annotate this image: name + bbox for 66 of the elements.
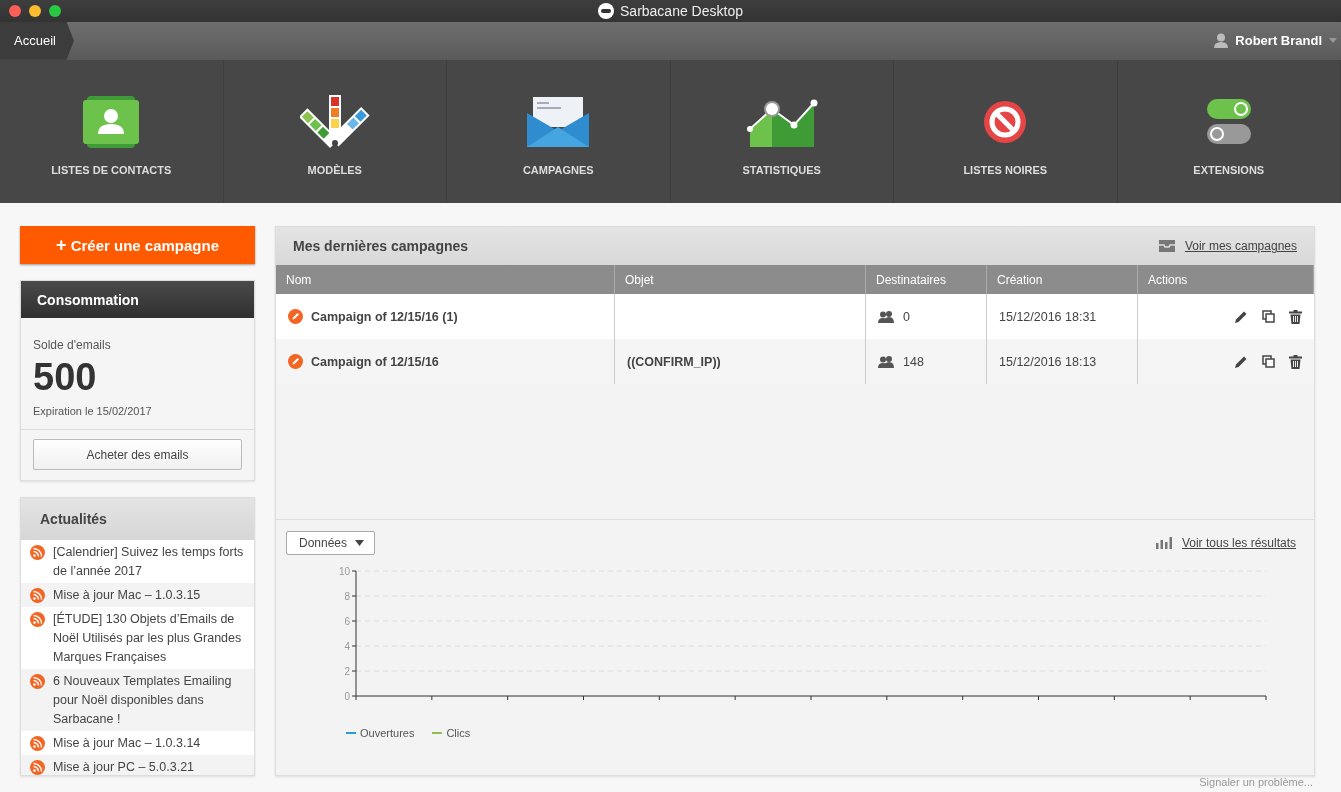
window-title: Sarbacane Desktop	[620, 2, 743, 19]
campaign-subject: ((CONFIRM_IP))	[627, 354, 721, 369]
copy-icon[interactable]	[1261, 310, 1275, 324]
zoom-button[interactable]	[49, 5, 61, 17]
expiration-text: Expiration le 15/02/2017	[33, 405, 153, 418]
y-tick-label: 8	[344, 591, 350, 603]
trash-icon[interactable]	[1288, 309, 1302, 324]
nav-tile[interactable]: MODÈLES	[223, 59, 447, 204]
edit-icon[interactable]	[1233, 309, 1248, 324]
y-tick-label: 10	[338, 566, 350, 578]
people-icon	[878, 310, 895, 323]
campaign-name[interactable]: Campaign of 12/15/16	[311, 354, 439, 369]
edit-icon[interactable]	[1233, 354, 1248, 369]
minimize-button[interactable]	[29, 5, 41, 17]
recipients-count: 0	[903, 309, 910, 324]
trash-icon[interactable]	[1288, 354, 1302, 369]
news-link[interactable]: Mise à jour PC – 5.0.3.21	[53, 758, 195, 776]
pencil-badge-icon	[288, 354, 303, 370]
panel-title: Mes dernières campagnes	[293, 238, 470, 255]
nav-tile[interactable]: LISTES DE CONTACTS	[0, 59, 224, 204]
balance-value: 500	[33, 356, 98, 400]
rss-icon	[30, 736, 45, 752]
toggle-switches-icon	[1206, 98, 1251, 145]
close-button[interactable]	[9, 5, 21, 17]
address-book-icon	[83, 95, 140, 148]
campaign-name[interactable]: Campaign of 12/15/16 (1)	[311, 309, 458, 324]
y-tick-label: 4	[344, 641, 350, 653]
buy-emails-button[interactable]: Acheter des emails	[33, 439, 242, 471]
caret-icon	[1329, 38, 1337, 44]
news-link[interactable]: 6 Nouveaux Templates Emailing pour Noël disponibles dans Sarbacane !	[53, 672, 250, 730]
user-icon	[1214, 33, 1229, 49]
y-tick-label: 0	[344, 691, 350, 703]
recipients-count: 148	[903, 354, 924, 369]
legend-label: Clics	[446, 727, 471, 740]
rss-icon	[30, 588, 45, 604]
data-dropdown[interactable]: Données	[286, 531, 376, 556]
inbox-icon	[1158, 240, 1175, 253]
view-results-link[interactable]: Voir tous les résultats	[1181, 536, 1296, 551]
y-tick-label: 2	[344, 666, 350, 678]
color-swatches-icon	[299, 94, 370, 149]
creation-date: 15/12/2016 18:31	[999, 309, 1097, 324]
creation-date: 15/12/2016 18:13	[999, 354, 1097, 369]
pencil-badge-icon	[288, 309, 303, 325]
user-menu[interactable]: Robert Brandl	[1235, 33, 1322, 49]
people-icon	[878, 355, 895, 368]
prohibited-icon	[983, 99, 1028, 144]
balance-label: Solde d'emails	[33, 338, 112, 353]
consumption-title: Consommation	[37, 291, 139, 308]
view-campaigns-link[interactable]: Voir mes campagnes	[1184, 239, 1297, 254]
copy-icon[interactable]	[1261, 355, 1275, 369]
legend-label: Ouvertures	[360, 727, 415, 740]
y-tick-label: 6	[344, 616, 350, 628]
home-breadcrumb[interactable]: Accueil	[0, 21, 74, 60]
rss-icon	[30, 674, 45, 690]
logo-icon	[598, 2, 614, 19]
news-link[interactable]: Mise à jour Mac – 1.0.3.15	[53, 586, 201, 606]
nav-tile[interactable]: CAMPAGNES	[447, 59, 671, 204]
envelope-icon	[527, 96, 590, 147]
news-title: Actualités	[40, 511, 107, 528]
bar-chart-icon	[1155, 537, 1172, 550]
rss-icon	[30, 545, 45, 561]
nav-tile[interactable]: STATISTIQUES	[670, 59, 894, 204]
rss-icon	[30, 612, 45, 628]
nav-tile[interactable]: EXTENSIONS	[1117, 59, 1341, 204]
caret-icon	[355, 540, 365, 547]
nav-tile[interactable]: LISTES NOIRES	[894, 59, 1118, 204]
